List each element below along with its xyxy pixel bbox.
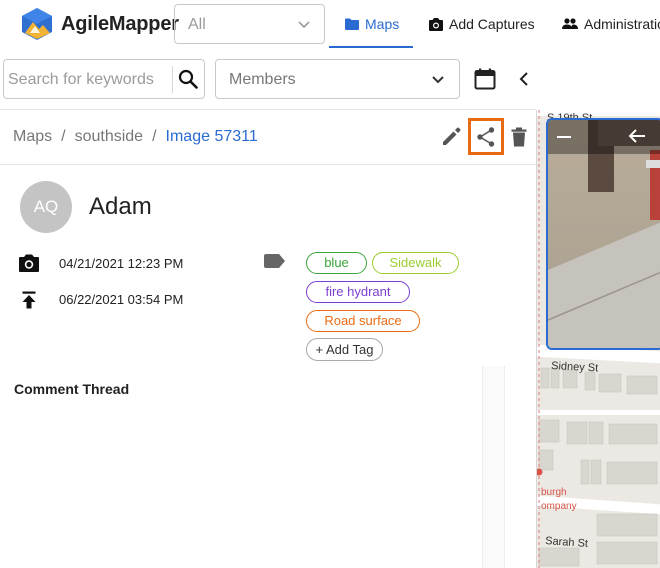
breadcrumb-current[interactable]: Image 57311 <box>166 128 258 145</box>
nav-administration-label: Administration <box>584 16 660 32</box>
share-button[interactable] <box>468 118 504 155</box>
people-icon <box>562 18 578 29</box>
search-icon[interactable] <box>178 69 198 89</box>
tag-blue[interactable]: blue <box>306 252 367 274</box>
folder-icon <box>345 18 359 30</box>
nav-add-captures-label: Add Captures <box>449 16 535 32</box>
nav-administration[interactable]: Administration <box>562 16 660 32</box>
top-bar: AgileMapper All Maps Add Captures Admini… <box>0 0 660 50</box>
avatar: AQ <box>20 181 72 233</box>
nav-maps-label: Maps <box>365 16 400 32</box>
nav-add-captures[interactable]: Add Captures <box>429 16 535 32</box>
share-icon <box>477 127 495 147</box>
label-icon <box>264 254 285 268</box>
edit-icon[interactable] <box>441 127 461 147</box>
tag-fire-hydrant[interactable]: fire hydrant <box>306 281 410 303</box>
chevron-left-icon[interactable] <box>517 70 531 88</box>
members-select[interactable]: Members <box>215 59 460 99</box>
tag-sidewalk[interactable]: Sidewalk <box>372 252 459 274</box>
comment-thread-title: Comment Thread <box>14 381 130 397</box>
app-name[interactable]: AgileMapper <box>61 13 179 36</box>
poi-label-line-2: ompany <box>541 501 577 512</box>
tag-road-surface[interactable]: Road surface <box>306 310 420 332</box>
search-divider <box>172 66 173 93</box>
capture-photo[interactable] <box>546 118 660 350</box>
uploaded-timestamp: 06/22/2021 03:54 PM <box>59 292 184 307</box>
filter-select[interactable]: All <box>174 4 325 44</box>
chevron-down-icon <box>432 76 444 84</box>
agilemapper-logo-icon[interactable] <box>21 7 53 41</box>
add-tag-button[interactable]: + Add Tag <box>306 338 383 361</box>
chevron-down-icon <box>298 21 310 29</box>
captured-timestamp: 04/21/2021 12:23 PM <box>59 256 184 271</box>
camera-icon <box>19 254 39 272</box>
poi-label-line-1: burgh <box>541 487 567 498</box>
arrow-left-icon[interactable] <box>628 128 646 144</box>
street-label-sidney: Sidney St <box>551 360 599 374</box>
search-box <box>3 59 205 99</box>
nav-active-indicator <box>329 46 413 48</box>
upload-icon <box>22 291 36 309</box>
members-select-value: Members <box>229 71 296 88</box>
filter-select-value: All <box>188 16 206 33</box>
camera-icon <box>429 17 443 31</box>
breadcrumb: Maps / southside / Image 57311 <box>13 128 258 146</box>
minimize-icon[interactable] <box>556 130 572 144</box>
breadcrumb-southside[interactable]: southside <box>75 128 144 145</box>
trash-icon[interactable] <box>511 127 527 147</box>
breadcrumb-separator: / <box>152 128 157 145</box>
nav-maps[interactable]: Maps <box>345 16 399 32</box>
capture-photo-image <box>548 120 660 348</box>
toolbar-divider <box>0 109 536 110</box>
comment-scrollbar[interactable] <box>482 366 505 568</box>
user-name: Adam <box>89 193 152 220</box>
search-input[interactable] <box>8 69 168 91</box>
calendar-icon[interactable] <box>474 68 496 90</box>
breadcrumb-maps[interactable]: Maps <box>13 128 52 145</box>
breadcrumb-divider <box>0 164 536 165</box>
breadcrumb-separator: / <box>61 128 66 145</box>
